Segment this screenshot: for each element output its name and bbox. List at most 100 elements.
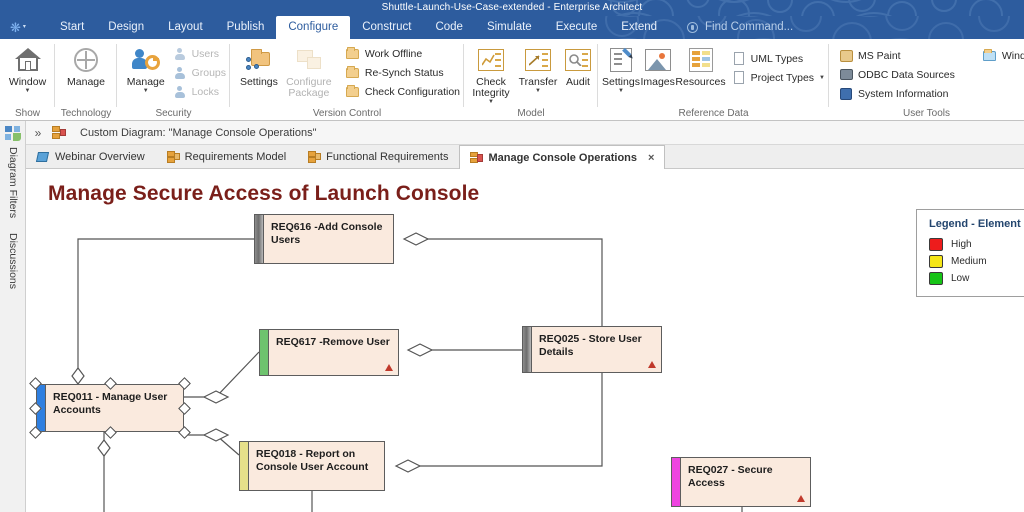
close-icon[interactable]: × — [648, 152, 654, 164]
project-types-icon — [732, 71, 746, 85]
settings-pen-icon — [609, 45, 632, 75]
vc-settings-button[interactable]: Settings — [236, 42, 282, 88]
work-offline-label: Work Offline — [364, 47, 423, 60]
ribbon-tab-simulate[interactable]: Simulate — [475, 16, 544, 39]
transfer-icon — [525, 45, 551, 75]
system-information-label: System Information — [858, 87, 949, 100]
odbc-label: ODBC Data Sources — [858, 68, 955, 81]
security-groups-button[interactable]: Groups — [173, 64, 230, 81]
ribbon-tab-construct[interactable]: Construct — [350, 16, 423, 39]
chevron-down-icon: ▼ — [488, 99, 494, 105]
diagram-node-req616[interactable]: REQ616 -Add Console Users — [254, 214, 394, 264]
diagram-canvas[interactable]: Manage Secure Access of Launch Console R… — [26, 169, 1024, 512]
uml-types-button[interactable]: UML Types — [732, 50, 829, 67]
images-icon — [644, 45, 671, 75]
windows-explorer-button[interactable]: Windows Ex — [983, 47, 1024, 64]
security-users-label: Users — [191, 47, 219, 60]
diagram-node-req025[interactable]: REQ025 - Store User Details — [522, 326, 662, 373]
diagram-tab-webinar-overview[interactable]: Webinar Overview — [26, 145, 156, 168]
legend-label: High — [951, 239, 972, 250]
reference-settings-button[interactable]: Settings ▼ — [602, 42, 640, 95]
system-information-button[interactable]: System Information — [839, 85, 959, 102]
breadcrumb: » Custom Diagram: "Manage Console Operat… — [0, 121, 1024, 145]
transfer-label: Transfer — [518, 76, 558, 88]
uml-types-icon — [732, 52, 746, 66]
project-types-button[interactable]: Project Types ▼ — [732, 69, 829, 86]
node-priority-bar — [523, 327, 532, 372]
node-priority-bar — [260, 330, 269, 375]
node-label: REQ011 - Manage User Accounts — [53, 391, 168, 416]
resources-icon — [688, 45, 713, 75]
ribbon-body: Window ▼ Show Manage Technology Manage ▼… — [0, 39, 1024, 121]
project-types-label: Project Types — [750, 71, 815, 84]
group-label-security: Security — [155, 108, 192, 119]
resynch-status-button[interactable]: Re-Synch Status — [346, 64, 464, 81]
check-integrity-icon — [478, 45, 504, 75]
diagram-node-req018[interactable]: REQ018 - Report on Console User Account — [239, 441, 385, 491]
security-users-button[interactable]: Users — [173, 45, 230, 62]
legend-label: Medium — [951, 256, 987, 267]
diagram-node-req027[interactable]: REQ027 - Secure Access — [671, 457, 811, 507]
ribbon-tab-layout[interactable]: Layout — [156, 16, 215, 39]
group-label-show: Show — [14, 108, 40, 119]
check-configuration-label: Check Configuration — [364, 85, 460, 98]
diagram-tab-label: Manage Console Operations — [488, 151, 637, 164]
ribbon-tab-start[interactable]: Start — [48, 16, 96, 39]
ribbon-tab-configure[interactable]: Configure — [276, 16, 351, 39]
transfer-button[interactable]: Transfer ▼ — [518, 42, 558, 95]
dock-tab-discussions[interactable]: Discussions — [7, 233, 19, 289]
ribbon-group-show: Window ▼ Show — [0, 39, 55, 121]
reference-settings-label: Settings — [602, 76, 640, 88]
node-label: REQ027 - Secure Access — [688, 464, 773, 489]
ribbon-group-security: Manage ▼ Users Groups Locks Security — [117, 39, 230, 121]
diagram-tab-manage-console-operations[interactable]: Manage Console Operations × — [459, 145, 666, 169]
diagram-node-req617[interactable]: REQ617 -Remove User — [259, 329, 399, 376]
windows-explorer-label: Windows Ex — [1001, 49, 1024, 62]
audit-icon — [565, 45, 591, 75]
resources-button[interactable]: Resources — [675, 42, 726, 88]
security-locks-button[interactable]: Locks — [173, 83, 230, 100]
window-button[interactable]: Window ▼ — [0, 42, 55, 95]
ms-paint-button[interactable]: MS Paint — [839, 47, 959, 64]
legend-swatch — [929, 238, 943, 251]
check-integrity-button[interactable]: Check Integrity ▼ — [464, 42, 518, 106]
chevron-down-icon: ▼ — [142, 88, 149, 94]
find-command[interactable]: Find Command... — [687, 16, 793, 39]
legend-row: High — [929, 236, 1024, 253]
ribbon-group-reference-data: Settings ▼ Images Resources UML Types Pr… — [598, 39, 829, 121]
warning-icon — [648, 361, 656, 368]
breadcrumb-label: Custom Diagram: "Manage Console Operatio… — [80, 126, 317, 139]
manage-technology-button[interactable]: Manage — [58, 42, 114, 88]
images-button[interactable]: Images — [640, 42, 675, 88]
technology-wheel-icon — [74, 45, 98, 75]
breadcrumb-expand-icon[interactable]: » — [30, 126, 46, 140]
configure-package-button[interactable]: Configure Package — [282, 42, 336, 99]
diagram-tab-label: Webinar Overview — [55, 151, 145, 163]
user-key-icon — [131, 45, 160, 75]
manage-technology-label: Manage — [67, 76, 105, 88]
work-offline-button[interactable]: Work Offline — [346, 45, 464, 62]
app-logo[interactable]: ❋ ▾ — [10, 19, 28, 35]
audit-button[interactable]: Audit — [558, 42, 598, 88]
ribbon-tab-extend[interactable]: Extend — [609, 16, 669, 39]
odbc-data-sources-button[interactable]: ODBC Data Sources — [839, 66, 959, 83]
diagram-tab-functional-requirements[interactable]: Functional Requirements — [297, 145, 459, 168]
check-configuration-button[interactable]: Check Configuration — [346, 83, 464, 100]
legend-panel: Legend - Element Prio High Medium Low — [916, 209, 1024, 297]
audit-label: Audit — [566, 76, 590, 88]
manage-security-button[interactable]: Manage ▼ — [123, 42, 169, 95]
ribbon-tab-publish[interactable]: Publish — [215, 16, 277, 39]
security-locks-label: Locks — [191, 85, 219, 98]
dock-tab-diagram-filters[interactable]: Diagram Filters — [7, 147, 19, 218]
node-label: REQ018 - Report on Console User Account — [256, 448, 369, 473]
ribbon-tab-design[interactable]: Design — [96, 16, 156, 39]
legend-label: Low — [951, 273, 970, 284]
diagram-tab-requirements-model[interactable]: Requirements Model — [156, 145, 298, 168]
chevron-down-icon: ▾ — [22, 24, 26, 30]
warning-icon — [797, 495, 805, 502]
odbc-icon — [839, 68, 853, 82]
chevron-down-icon: ▼ — [535, 88, 541, 94]
ribbon-tab-code[interactable]: Code — [423, 16, 475, 39]
ribbon-tab-execute[interactable]: Execute — [544, 16, 610, 39]
chevron-down-icon: ▼ — [618, 88, 624, 94]
